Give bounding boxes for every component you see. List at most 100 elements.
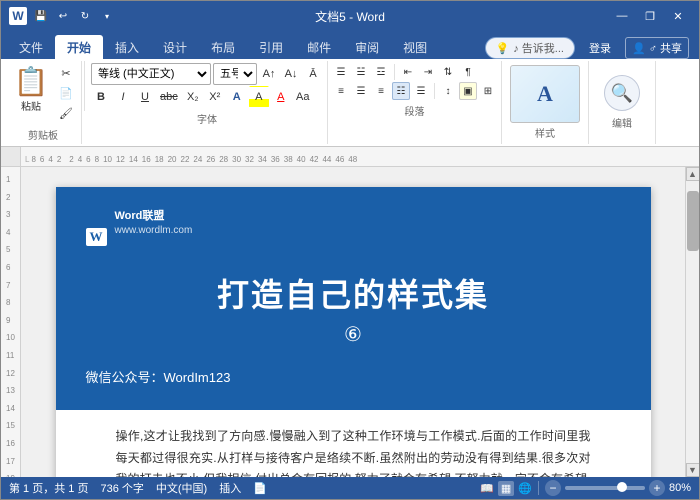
close-button[interactable]: ✕: [665, 5, 691, 27]
text-effect-button[interactable]: A: [227, 86, 247, 108]
view-web-icon[interactable]: 🌐: [518, 482, 532, 495]
distributed-button[interactable]: ☰: [412, 82, 430, 100]
title-bar: W 💾 ↩ ↻ ▾ 文档5 - Word — ❐ ✕: [1, 1, 699, 31]
status-right: 📖 ▦ 🌐 − + 80%: [480, 480, 691, 496]
bullets-button[interactable]: ☰: [332, 63, 350, 81]
shading-button[interactable]: ▣: [459, 82, 477, 100]
tab-mailings[interactable]: 邮件: [295, 35, 343, 59]
font-size-select[interactable]: 五号: [213, 63, 257, 85]
zoom-slider-thumb[interactable]: [617, 482, 627, 492]
subscript-button[interactable]: X₂: [183, 86, 203, 108]
scroll-up-button[interactable]: ▲: [686, 167, 700, 181]
styles-group: A 样式: [502, 61, 589, 144]
page-info: 第 1 页，共 1 页: [9, 480, 88, 496]
superscript-button[interactable]: X²: [205, 86, 225, 108]
ribbon-content: 📋 粘贴 ✂ 📄 🖌 剪贴板 等线 (中文正文) 五号: [1, 59, 699, 147]
font-color-button[interactable]: A: [271, 86, 291, 108]
editing-group: 🔍 编辑: [589, 61, 656, 144]
decrease-indent-button[interactable]: ⇤: [399, 63, 417, 81]
borders-button[interactable]: ⊞: [479, 82, 497, 100]
share-icon: 👤: [632, 42, 646, 55]
cover-logo: Word联盟: [115, 207, 193, 223]
zoom-in-button[interactable]: +: [649, 480, 665, 496]
window-title: 文档5 - Word: [315, 8, 385, 25]
edit-mode: 插入: [219, 480, 241, 496]
vertical-scrollbar[interactable]: ▲ ▼: [685, 167, 699, 477]
font-name-select[interactable]: 等线 (中文正文): [91, 63, 211, 85]
numbering-button[interactable]: ☱: [352, 63, 370, 81]
search-icon: 🔍: [611, 83, 633, 104]
document-page: W Word联盟 www.wordlm.com 打造自己的样式集 ⑥ 微信公众号…: [56, 187, 651, 477]
justify-button[interactable]: ☷: [392, 82, 410, 100]
italic-button[interactable]: I: [113, 86, 133, 108]
save-icon[interactable]: 💾: [33, 8, 49, 24]
app-window: W 💾 ↩ ↻ ▾ 文档5 - Word — ❐ ✕ 文件 开始 插入 设计 布…: [0, 0, 700, 500]
font-size-aa-button[interactable]: Aa: [293, 86, 313, 108]
redo-icon[interactable]: ↻: [77, 8, 93, 24]
document-scroll-area[interactable]: W Word联盟 www.wordlm.com 打造自己的样式集 ⑥ 微信公众号…: [21, 167, 685, 477]
cut-button[interactable]: ✂: [55, 63, 77, 83]
bold-button[interactable]: B: [91, 86, 111, 108]
zoom-out-button[interactable]: −: [545, 480, 561, 496]
increase-indent-button[interactable]: ⇥: [419, 63, 437, 81]
sort-button[interactable]: ⇅: [439, 63, 457, 81]
highlight-button[interactable]: A: [249, 86, 269, 108]
tab-insert[interactable]: 插入: [103, 35, 151, 59]
tab-design[interactable]: 设计: [151, 35, 199, 59]
view-print-icon[interactable]: 📖: [480, 482, 494, 495]
tell-me-input[interactable]: 💡 ♪ 告诉我...: [485, 37, 575, 59]
login-button[interactable]: 登录: [583, 38, 617, 58]
scroll-down-button[interactable]: ▼: [686, 463, 700, 477]
styles-icon: A: [537, 81, 553, 107]
cover-wechat: 微信公众号：WordIm123: [86, 367, 621, 386]
tab-home[interactable]: 开始: [55, 35, 103, 59]
format-painter-button[interactable]: 🖌: [55, 103, 77, 123]
clipboard-label: 剪贴板: [28, 127, 58, 142]
ruler-scale: L 8 6 4 2 2 4 6 8 10 12 14 16 18 20 22: [21, 147, 699, 166]
line-spacing-button[interactable]: ↕: [439, 82, 457, 100]
doc-and-scrollbar: 12345 678910 1112131415 161719 W: [1, 167, 699, 477]
shrink-font-button[interactable]: A↓: [281, 63, 301, 85]
underline-button[interactable]: U: [135, 86, 155, 108]
tab-file[interactable]: 文件: [7, 35, 55, 59]
multilevel-button[interactable]: ☲: [372, 63, 390, 81]
customize-qat-icon[interactable]: ▾: [99, 8, 115, 24]
font-row-1: 等线 (中文正文) 五号 A↑ A↓ Ā: [91, 63, 323, 85]
align-center-button[interactable]: ☰: [352, 82, 370, 100]
tab-review[interactable]: 审阅: [343, 35, 391, 59]
tab-view[interactable]: 视图: [391, 35, 439, 59]
strikethrough-button[interactable]: abc: [157, 86, 181, 108]
minimize-button[interactable]: —: [609, 5, 635, 27]
undo-icon[interactable]: ↩: [55, 8, 71, 24]
align-right-button[interactable]: ≡: [372, 82, 390, 100]
horizontal-ruler: L 8 6 4 2 2 4 6 8 10 12 14 16 18 20 22: [1, 147, 699, 167]
tab-layout[interactable]: 布局: [199, 35, 247, 59]
share-label: ♂ 共享: [649, 40, 682, 56]
tab-references[interactable]: 引用: [247, 35, 295, 59]
restore-button[interactable]: ❐: [637, 5, 663, 27]
zoom-slider[interactable]: [565, 486, 645, 490]
scroll-track[interactable]: [686, 181, 700, 463]
scroll-thumb[interactable]: [687, 191, 699, 251]
grow-font-button[interactable]: A↑: [259, 63, 279, 85]
status-bar: 第 1 页，共 1 页 736 个字 中文(中国) 插入 📄 📖 ▦ 🌐 − +…: [1, 477, 699, 499]
status-left: 第 1 页，共 1 页 736 个字 中文(中国) 插入 📄: [9, 480, 267, 496]
styles-gallery[interactable]: A: [510, 65, 580, 123]
show-marks-button[interactable]: ¶: [459, 63, 477, 81]
find-button[interactable]: 🔍: [604, 75, 640, 111]
para-row-1: ☰ ☱ ☲ ⇤ ⇥ ⇅ ¶: [332, 63, 497, 81]
view-layout-icon[interactable]: ▦: [498, 481, 514, 496]
paste-button[interactable]: 📋 粘贴: [9, 63, 53, 115]
lightbulb-icon: 💡: [496, 42, 510, 55]
ribbon-sep-1: [84, 61, 85, 111]
ruler-left-margin: [1, 147, 21, 166]
editing-area: 🔍 编辑: [597, 74, 647, 132]
cover-logo-w: W: [86, 228, 107, 246]
copy-button[interactable]: 📄: [55, 83, 77, 103]
align-left-button[interactable]: ≡: [332, 82, 350, 100]
clear-format-button[interactable]: Ā: [303, 63, 323, 85]
cover-title: 打造自己的样式集: [86, 270, 621, 316]
doc-body-text[interactable]: 操作,这才让我找到了方向感.慢慢融入到了这种工作环境与工作模式.后面的工作时间里…: [116, 426, 591, 477]
share-button[interactable]: 👤 ♂ 共享: [625, 37, 689, 59]
clipboard-group: 📋 粘贴 ✂ 📄 🖌 剪贴板: [5, 61, 82, 144]
